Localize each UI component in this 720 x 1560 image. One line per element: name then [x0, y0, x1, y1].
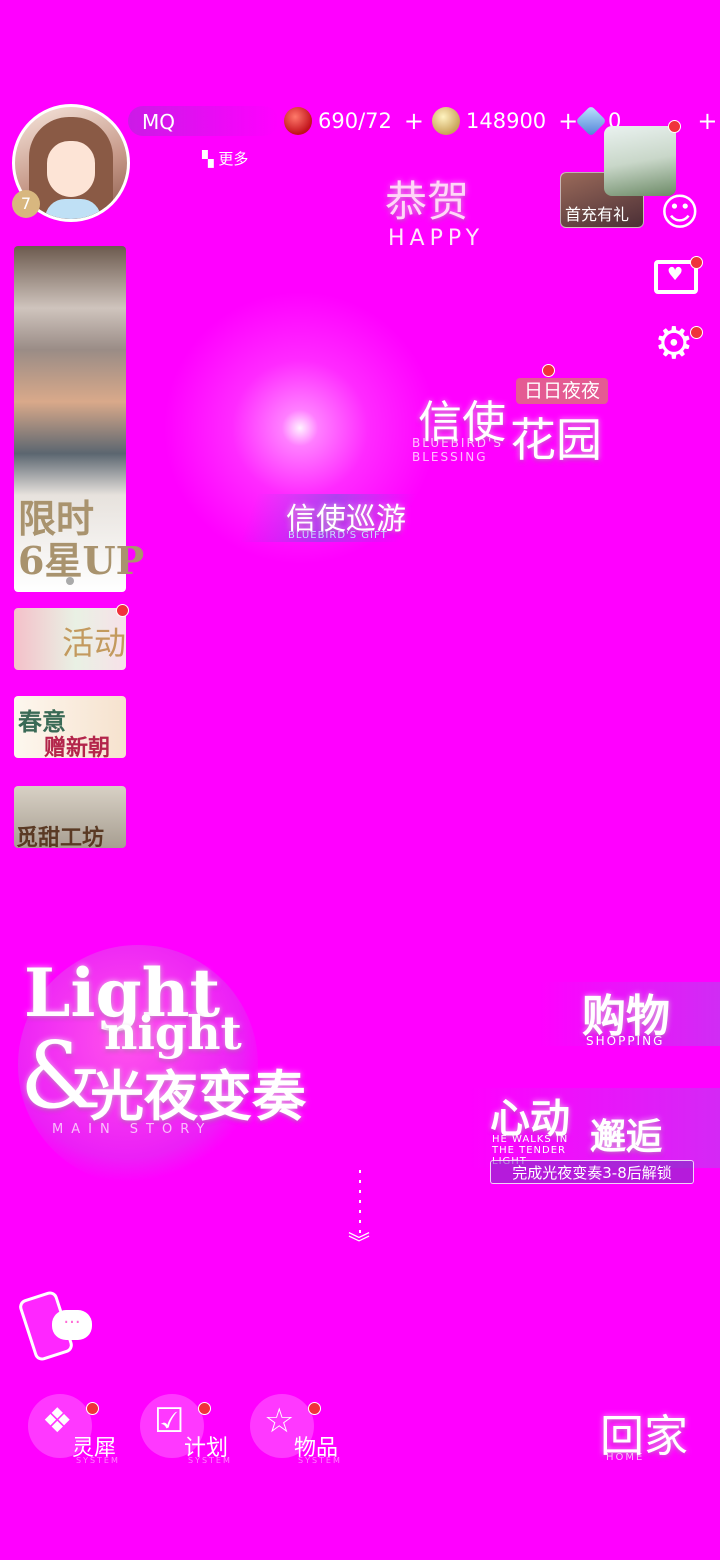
notification-dot — [690, 326, 703, 339]
main-story-title[interactable]: 光夜变奏 — [90, 1052, 306, 1131]
garden-subtitle: BLUEBIRD'S BLESSING — [412, 436, 503, 464]
home-subtitle: HOME — [606, 1452, 645, 1463]
grid-icon: ▚ — [202, 150, 214, 168]
limited-up-label: 限时 6星UP — [18, 496, 145, 583]
workshop-label: 觅甜工坊 — [16, 825, 105, 848]
wings-icon: ❖ — [42, 1401, 73, 1441]
notification-dot — [542, 364, 555, 377]
player-level-badge: 7 — [12, 190, 40, 218]
dock-lingwu-button[interactable]: ❖ 灵犀 SYSTEM — [24, 1392, 124, 1472]
apple-icon — [284, 107, 312, 135]
notification-dot — [308, 1402, 321, 1415]
diamond-icon — [575, 105, 607, 137]
spring-label-2: 赠新朝 — [44, 735, 111, 758]
activity-label: 活动 — [62, 624, 126, 662]
notification-dot — [668, 120, 681, 133]
shopping-subtitle: SHOPPING — [586, 1034, 665, 1048]
stamina-counter: 690/72 + — [284, 106, 424, 136]
main-story-tag: MAIN STORY — [52, 1122, 213, 1137]
companion-portrait[interactable] — [604, 126, 676, 196]
chat-icon[interactable]: ··· — [52, 1310, 92, 1340]
encounter-title-2[interactable]: 邂逅 — [590, 1108, 662, 1160]
coin-icon — [432, 107, 460, 135]
notification-dot — [116, 604, 129, 617]
coin-counter: 148900 + — [432, 106, 578, 136]
congrats-subtitle: HAPPY — [388, 226, 485, 251]
congrats-title: 恭贺 — [385, 177, 470, 226]
more-label: 更多 — [218, 150, 249, 168]
calendar-icon: ☑ — [154, 1401, 185, 1441]
scroll-down-hint[interactable]: ︾ — [348, 1170, 372, 1262]
coin-value: 148900 — [466, 109, 547, 133]
player-name[interactable]: MQ — [142, 110, 175, 134]
first-recharge-label: 首充有礼 — [565, 205, 630, 224]
hint-icon[interactable]: ☺ — [660, 190, 700, 234]
carousel-indicator — [66, 577, 74, 585]
star-icon: ☆ — [264, 1401, 295, 1441]
dock-items-button[interactable]: ☆ 物品 SYSTEM — [246, 1392, 346, 1472]
dock-plan-button[interactable]: ☑ 计划 SYSTEM — [136, 1392, 236, 1472]
unlock-tip: 完成光夜变奏3-8后解锁 — [490, 1160, 694, 1184]
sweet-workshop-button[interactable]: 觅甜工坊 — [14, 786, 126, 848]
notification-dot — [690, 256, 703, 269]
firework-decoration — [150, 258, 450, 598]
chevron-down-icon: ︾ — [348, 1232, 371, 1257]
spring-event-button[interactable]: 春意 赠新朝 — [14, 696, 126, 758]
diamond-add-button[interactable]: + — [697, 107, 717, 135]
notification-dot — [198, 1402, 211, 1415]
dock-system-label: SYSTEM — [76, 1456, 120, 1465]
gear-icon[interactable]: ⚙ — [654, 322, 693, 366]
dock-system-label: SYSTEM — [188, 1456, 232, 1465]
stamina-add-button[interactable]: + — [404, 107, 424, 135]
more-button[interactable]: ▚ 更多 — [202, 148, 248, 169]
notification-dot — [86, 1402, 99, 1415]
dock-system-label: SYSTEM — [298, 1456, 342, 1465]
tour-subtitle: BLUEBIRD'S GIFT — [288, 530, 388, 541]
garden-badge: 日日夜夜 — [516, 378, 608, 404]
coin-add-button[interactable]: + — [558, 107, 578, 135]
stamina-value: 690/72 — [318, 109, 392, 133]
activity-button[interactable]: 活动 — [14, 608, 126, 670]
